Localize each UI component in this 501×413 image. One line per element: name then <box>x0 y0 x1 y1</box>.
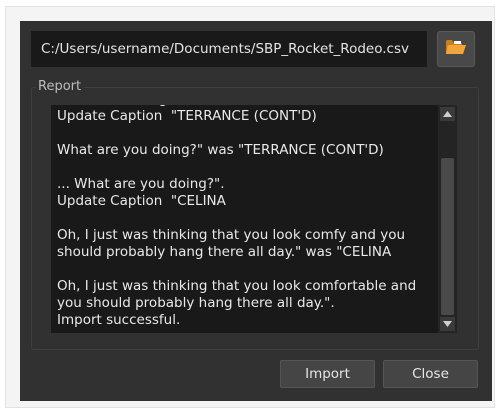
arrow-down-icon <box>443 321 452 327</box>
report-text-area[interactable]: Are we hovering?". Update Caption "TERRA… <box>51 105 457 333</box>
scroll-thumb[interactable] <box>441 158 454 315</box>
import-dialog: C:/Users/username/Documents/SBP_Rocket_R… <box>20 21 492 401</box>
import-button[interactable]: Import <box>280 360 375 388</box>
scroll-down-button[interactable] <box>440 317 455 331</box>
report-label: Report <box>36 79 85 95</box>
arrow-up-icon <box>443 111 452 117</box>
close-button[interactable]: Close <box>383 360 478 388</box>
report-scrollbar[interactable] <box>438 105 457 333</box>
scroll-up-button[interactable] <box>440 107 455 121</box>
report-log-text: Are we hovering?". Update Caption "TERRA… <box>57 105 417 328</box>
browse-button[interactable] <box>437 31 475 67</box>
file-path-field[interactable]: C:/Users/username/Documents/SBP_Rocket_R… <box>31 31 427 67</box>
folder-open-icon <box>445 38 467 60</box>
